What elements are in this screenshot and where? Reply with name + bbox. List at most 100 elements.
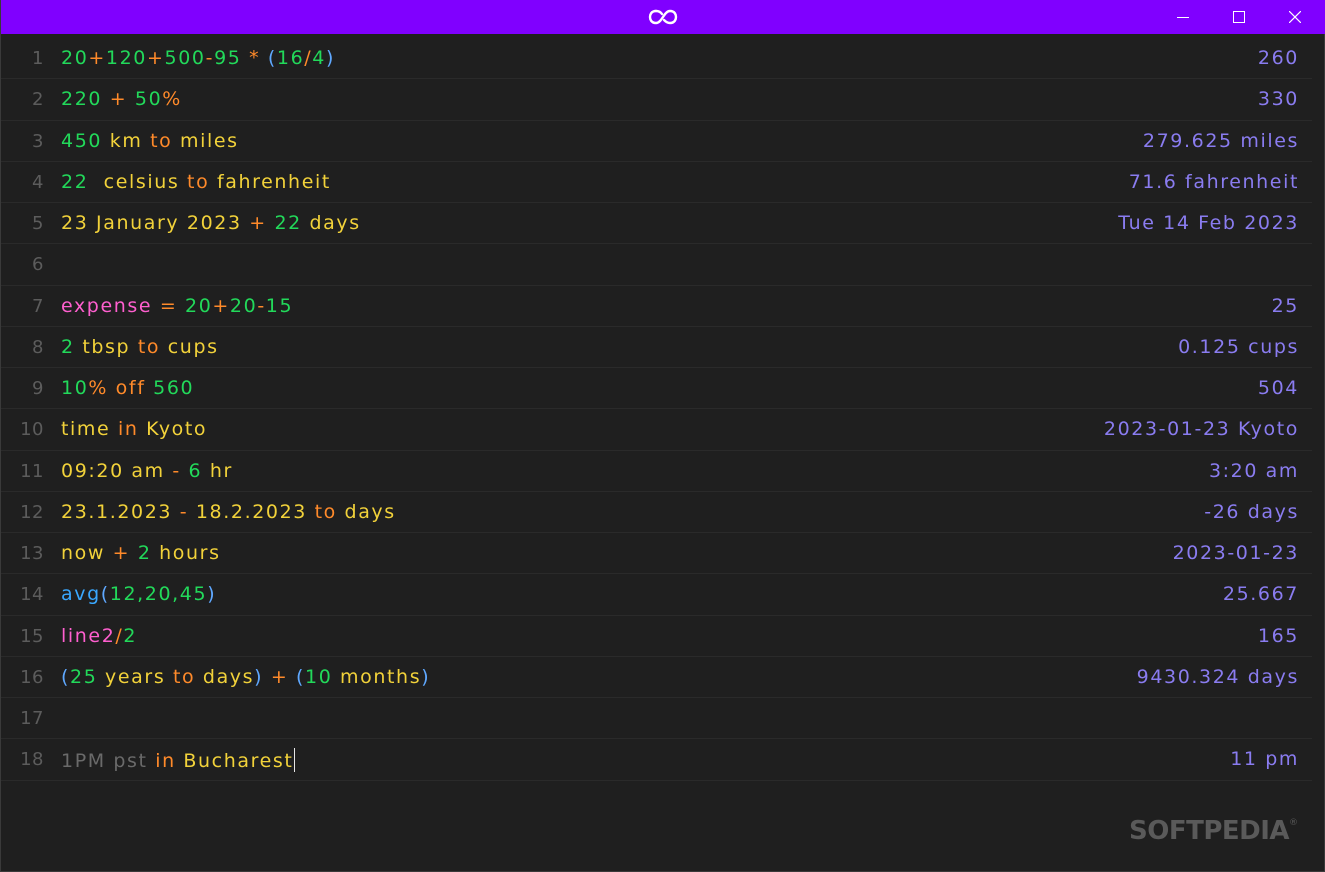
editor-line[interactable]: 5 23 January 2023 + 22 days Tue 14 Feb 202… <box>1 203 1312 245</box>
token-paren: ( <box>61 665 71 688</box>
line-number: 13 <box>20 543 44 564</box>
result-value: 165 <box>1257 624 1299 647</box>
token-keyword: + <box>270 665 296 688</box>
token-paren: ) <box>325 47 335 69</box>
expression[interactable]: 22 celsius to fahrenheit <box>61 171 331 193</box>
editor-line[interactable]: 10 time in Kyoto 2023-01-23 Kyoto <box>1 409 1312 451</box>
close-icon <box>1289 11 1301 23</box>
token-variable: expense <box>61 294 160 317</box>
expression[interactable]: time in Kyoto <box>61 418 207 440</box>
expression[interactable]: 23.1.2023 - 18.2.2023 to days <box>61 501 396 523</box>
line-number: 4 <box>32 171 44 193</box>
result-value: 504 <box>1257 377 1299 399</box>
editor-line[interactable]: 16 (25 years to days) + (10 months) 9430.3… <box>1 657 1312 698</box>
token-unit: time <box>61 418 118 441</box>
token-number: 500 <box>164 47 206 69</box>
expression[interactable]: (25 years to days) + (10 months) <box>61 666 430 688</box>
result-value: 25 <box>1271 294 1299 317</box>
token-unit: 23 January 2023 <box>61 212 250 234</box>
editor-line[interactable]: 18 1PM pst in Bucharest 11 pm <box>1 739 1312 781</box>
token-keyword: % <box>162 88 182 111</box>
token-paren: ) <box>254 665 271 688</box>
token-comment: 1PM pst <box>61 750 156 773</box>
expression[interactable]: 23 January 2023 + 22 days <box>61 212 361 234</box>
result-value: 3:20 am <box>1208 459 1299 482</box>
token-unit: miles <box>180 129 239 152</box>
token-keyword: to <box>137 335 168 358</box>
line-number: 3 <box>32 130 44 152</box>
editor-line[interactable]: 2 220 + 50% 330 <box>1 79 1312 121</box>
result-value: 330 <box>1257 88 1299 111</box>
token-keyword: + <box>249 212 275 234</box>
token-number: 220 <box>61 88 110 111</box>
editor-line[interactable]: 7 expense = 20+20-15 25 <box>1 286 1312 327</box>
token-unit: hr <box>209 459 233 482</box>
expression[interactable]: now + 2 hours <box>61 542 221 564</box>
expression[interactable]: 10% off 560 <box>61 377 194 399</box>
token-number: 22 <box>274 212 310 234</box>
token-keyword: + <box>212 294 230 317</box>
editor-line[interactable]: 11 09:20 am - 6 hr 3:20 am <box>1 451 1312 492</box>
token-unit: fahrenheit <box>216 170 331 193</box>
editor-line[interactable]: 6 <box>1 244 1312 286</box>
token-number: 6 <box>188 459 210 482</box>
token-number: 22 <box>61 170 104 193</box>
token-function: avg <box>61 583 101 606</box>
token-unit: cups <box>167 335 219 358</box>
token-number: 15 <box>265 294 294 317</box>
token-unit: celsius <box>103 170 188 193</box>
token-number: 450 <box>61 129 110 152</box>
token-keyword: * <box>249 47 268 69</box>
editor-line[interactable]: 1 20+120+500-95 * (16/4) 260 <box>1 38 1312 80</box>
expression[interactable]: expense = 20+20-15 <box>61 295 293 317</box>
maximize-button[interactable] <box>1211 0 1267 34</box>
line-number: 11 <box>20 460 44 482</box>
expression[interactable]: 1PM pst in Bucharest <box>61 748 296 773</box>
calculator-editor[interactable]: 1 20+120+500-95 * (16/4) 260 2 220 + 50% 330 3… <box>1 38 1312 781</box>
expression[interactable]: line2/2 <box>61 625 137 647</box>
editor-line[interactable]: 9 10% off 560 504 <box>1 368 1312 410</box>
token-keyword: to <box>172 665 203 688</box>
result-value: 2023-01-23 <box>1172 542 1299 564</box>
expression[interactable]: 2 tbsp to cups <box>61 336 219 358</box>
token-variable: line2 <box>61 624 116 647</box>
token-number: 4 <box>312 47 326 69</box>
editor-line[interactable]: 15 line2/2 165 <box>1 616 1312 657</box>
token-keyword: + <box>112 542 138 564</box>
expression[interactable]: 220 + 50% <box>61 88 182 110</box>
result-value: 0.125 cups <box>1178 335 1299 358</box>
result-value: Tue 14 Feb 2023 <box>1118 212 1299 234</box>
line-number: 17 <box>20 708 44 729</box>
minimize-button[interactable] <box>1155 0 1211 34</box>
line-number: 2 <box>32 89 44 111</box>
title-bar[interactable] <box>1 0 1325 34</box>
editor-line[interactable]: 17 <box>1 698 1312 740</box>
expression[interactable]: avg(12,20,45) <box>61 583 216 605</box>
token-keyword: + <box>88 47 106 69</box>
token-keyword: + <box>109 88 135 111</box>
expression[interactable]: 450 km to miles <box>61 130 239 152</box>
token-keyword: in <box>155 750 184 773</box>
line-number: 12 <box>20 501 44 523</box>
expression[interactable]: 09:20 am - 6 hr <box>61 460 233 482</box>
token-unit: years <box>105 665 173 688</box>
line-number: 18 <box>20 749 44 771</box>
editor-line[interactable]: 4 22 celsius to fahrenheit 71.6 fahrenheit <box>1 162 1312 203</box>
result-value: -26 days <box>1204 500 1299 523</box>
token-number: 16 <box>276 47 305 69</box>
result-value: 9430.324 days <box>1136 665 1299 688</box>
editor-line[interactable]: 14 avg(12,20,45) 25.667 <box>1 574 1312 616</box>
editor-line[interactable]: 13 now + 2 hours 2023-01-23 <box>1 533 1312 575</box>
editor-line[interactable]: 12 23.1.2023 - 18.2.2023 to days -26 days <box>1 492 1312 533</box>
token-keyword: in <box>117 418 147 441</box>
minimize-icon <box>1177 17 1189 18</box>
token-paren: ( <box>100 583 110 606</box>
token-number: 95 <box>214 47 250 69</box>
expression[interactable]: 20+120+500-95 * (16/4) <box>61 47 335 69</box>
editor-line[interactable]: 82 tbsp to cups 0.125 cups <box>1 327 1312 368</box>
token-paren: ( <box>295 665 305 688</box>
editor-line[interactable]: 3 450 km to miles 279.625 miles <box>1 121 1312 162</box>
close-button[interactable] <box>1267 0 1323 34</box>
result-value: 25.667 <box>1222 583 1299 606</box>
line-number: 16 <box>20 666 44 688</box>
